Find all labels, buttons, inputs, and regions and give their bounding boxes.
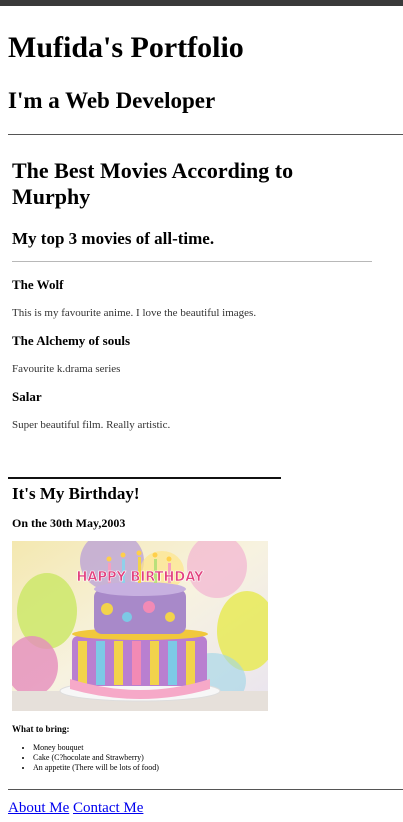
list-item: Cake (C?hocolate and Strawberry)	[33, 753, 159, 763]
movie-description-3: Super beautiful film. Really artistic.	[12, 419, 171, 431]
site-title: Mufida's Portfolio	[8, 31, 244, 64]
site-subtitle: I'm a Web Developer	[8, 88, 216, 113]
footer-nav: About Me Contact Me	[8, 799, 143, 817]
birthday-cake-image: HAPPY BIRTHDAY	[12, 541, 268, 711]
list-item: Money bouquet	[33, 743, 159, 753]
list-item: An appetite (There will be lots of food)	[33, 763, 159, 773]
about-me-link[interactable]: About Me	[8, 800, 69, 816]
movies-divider	[12, 261, 372, 262]
movie-description-1: This is my favourite anime. I love the b…	[12, 307, 257, 319]
contact-me-link[interactable]: Contact Me	[73, 800, 143, 816]
birthday-heading: It's My Birthday!	[12, 484, 140, 503]
movie-title-3: Salar	[12, 389, 42, 404]
browser-top-bar	[0, 0, 403, 6]
what-to-bring-label: What to bring:	[12, 724, 70, 734]
birthday-divider	[8, 477, 281, 479]
birthday-date: On the 30th May,2003	[12, 516, 126, 530]
movies-heading: The Best Movies According to Murphy	[12, 158, 294, 209]
what-to-bring-list: Money bouquet Cake (C?hocolate and Straw…	[22, 743, 159, 773]
movies-subheading: My top 3 movies of all-time.	[12, 229, 215, 248]
movie-description-2: Favourite k.drama series	[12, 363, 121, 375]
cake-topper-text: HAPPY BIRTHDAY	[77, 570, 204, 585]
movie-title-2: The Alchemy of souls	[12, 333, 131, 348]
movie-title-1: The Wolf	[12, 277, 64, 292]
header-divider	[8, 134, 403, 135]
footer-divider	[8, 789, 403, 790]
